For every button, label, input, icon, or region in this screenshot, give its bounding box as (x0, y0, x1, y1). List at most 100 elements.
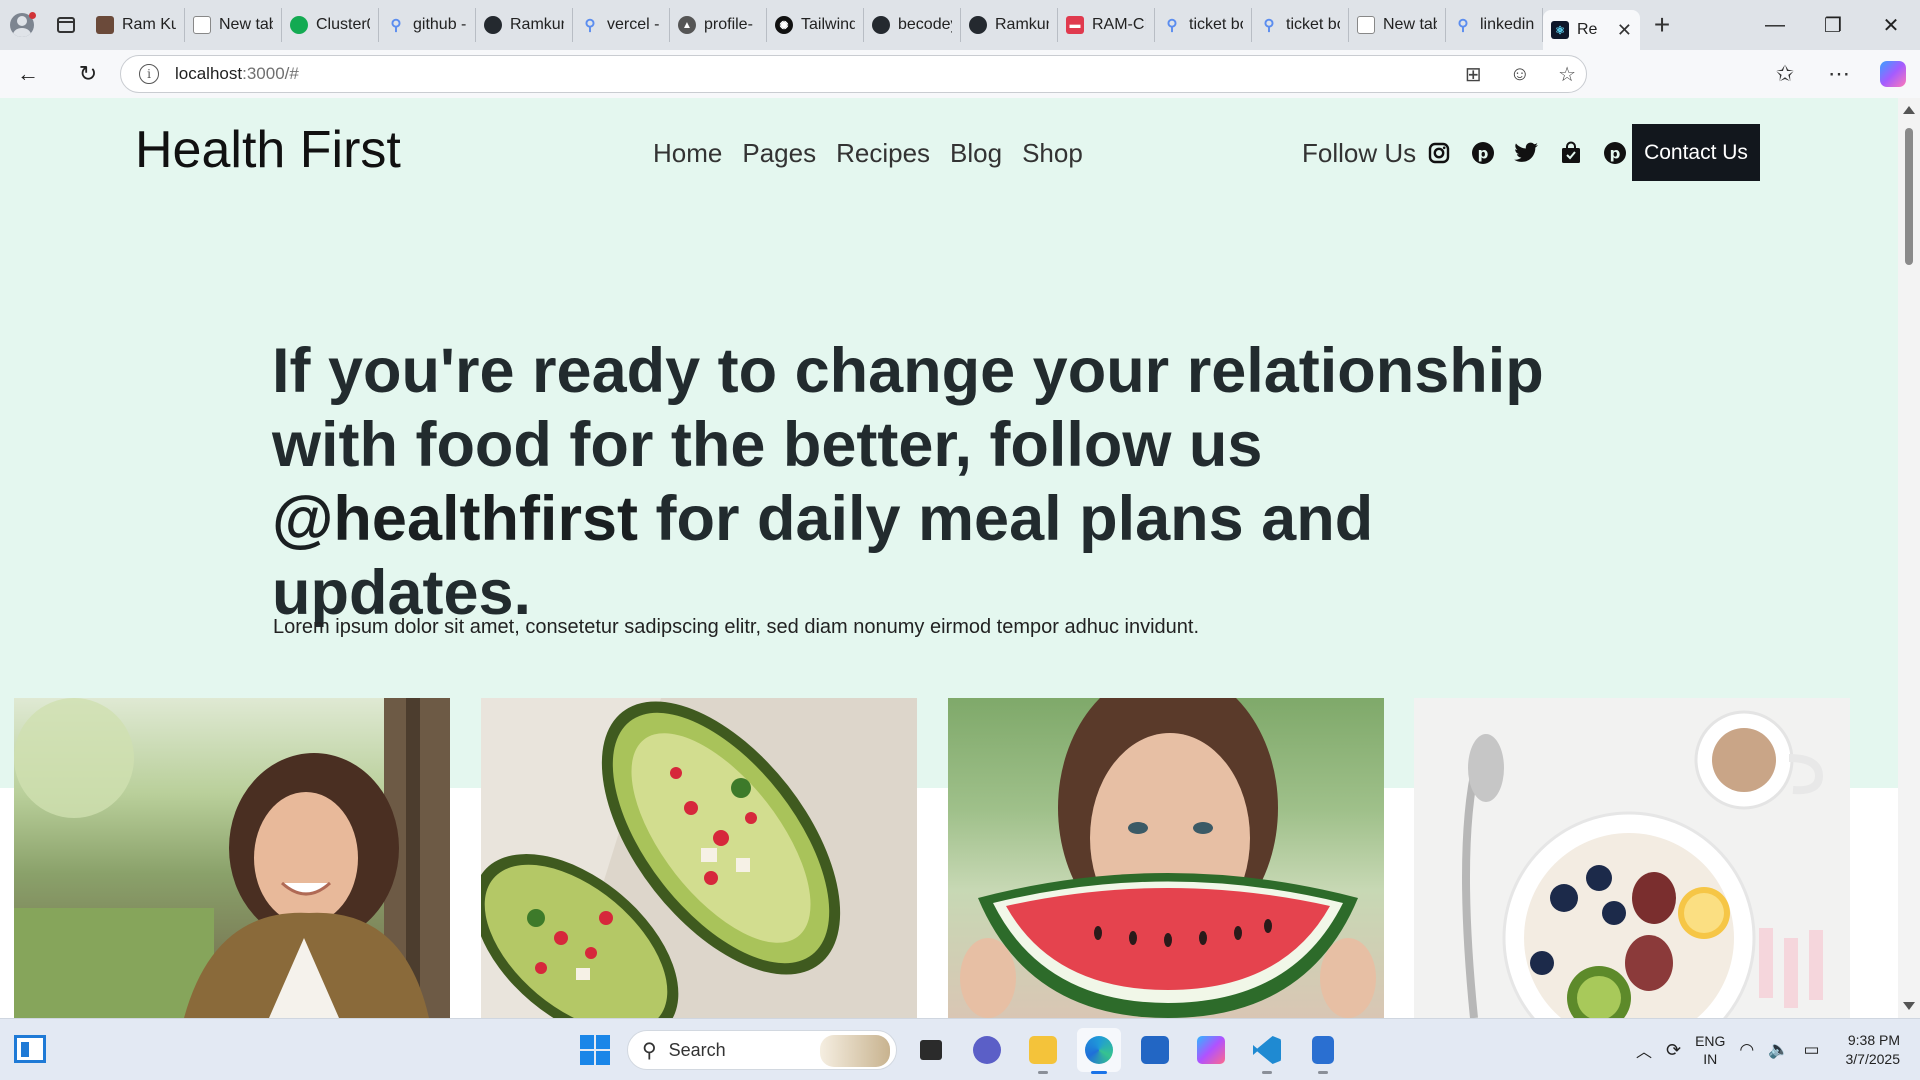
close-window-button[interactable]: ✕ (1862, 0, 1920, 50)
tab-actions-icon (57, 17, 75, 33)
hero-heading-pre: If you're ready to change your relations… (272, 336, 1544, 480)
browser-tab[interactable]: Ram Ku (88, 8, 185, 42)
hero-description: Lorem ipsum dolor sit amet, consetetur s… (273, 616, 1200, 638)
tab-title: vercel - (607, 16, 660, 33)
twitter-icon[interactable] (1514, 140, 1540, 166)
tab-title: github - (413, 16, 467, 33)
tab-title: Ram Ku (122, 16, 176, 33)
vscode-button[interactable] (1245, 1028, 1289, 1074)
more-menu-icon[interactable]: ⋯ (1812, 50, 1866, 98)
favorites-icon[interactable]: ✩ (1758, 50, 1812, 98)
region-code: IN (1703, 1051, 1718, 1067)
browser-tab[interactable]: Cluster0 (282, 8, 379, 42)
browser-tab[interactable]: Ramkun (961, 8, 1058, 42)
reading-icon[interactable]: ☺ (1510, 63, 1530, 86)
shopping-bag-icon[interactable] (1558, 140, 1584, 166)
tab-title: ticket bo (1286, 16, 1340, 33)
browser-tab[interactable]: ⚲ vercel - (573, 8, 670, 42)
favorite-star-icon[interactable]: ☆ (1558, 62, 1576, 87)
volume-icon[interactable]: 🔈 (1768, 1040, 1789, 1060)
search-icon: ⚲ (1457, 17, 1469, 34)
nav-shop[interactable]: Shop (1022, 138, 1083, 169)
clock[interactable]: 9:38 PM 3/7/2025 (1846, 1031, 1901, 1069)
wifi-icon[interactable]: ◠ (1739, 1040, 1754, 1060)
hero-heading: If you're ready to change your relations… (272, 334, 1632, 630)
new-tab-button[interactable]: + (1640, 5, 1684, 45)
search-icon: ⚲ (584, 17, 596, 34)
nav-pages[interactable]: Pages (742, 138, 816, 169)
photo-woman-smiling (14, 698, 450, 1018)
tab-title: New tab (1383, 16, 1437, 33)
taskbar-search[interactable]: ⚲ Search (627, 1030, 897, 1070)
pinterest-icon[interactable]: p (1470, 140, 1496, 166)
browser-tab[interactable]: ⚲ ticket bo (1155, 8, 1252, 42)
browser-tab[interactable]: New tab (185, 8, 282, 42)
vscode-icon (1253, 1036, 1281, 1064)
tab-actions-button[interactable] (44, 0, 88, 50)
person-photo-icon (96, 16, 114, 34)
notepad-icon (1312, 1036, 1334, 1064)
photo-stuffed-avocado (481, 698, 917, 1018)
language-indicator[interactable]: ENG IN (1695, 1032, 1725, 1068)
taskbar: ⚲ Search ︿ ⟳ ENG IN ◠ 🔈 ▭ 9:38 PM 3/7/20… (0, 1018, 1920, 1080)
svg-text:p: p (1610, 145, 1621, 163)
edge-browser-button[interactable] (1077, 1028, 1121, 1074)
chevron-up-icon[interactable]: ︿ (1636, 1038, 1652, 1062)
instagram-icon[interactable] (1426, 140, 1452, 166)
close-tab-icon[interactable]: ✕ (1617, 20, 1632, 41)
restore-button[interactable]: ❐ (1804, 0, 1862, 50)
browser-tab[interactable]: ▲ profile- (670, 8, 767, 42)
site-logo[interactable]: Health First (135, 120, 401, 180)
store-button[interactable] (1133, 1028, 1177, 1072)
refresh-button[interactable]: ↻ (66, 52, 110, 96)
widgets-button[interactable] (14, 1035, 46, 1065)
browser-tab[interactable]: ▬ RAM-CI (1058, 8, 1155, 42)
sync-icon[interactable]: ⟳ (1666, 1040, 1681, 1061)
chat-icon (973, 1036, 1001, 1064)
task-view-button[interactable] (909, 1028, 953, 1072)
start-button[interactable] (575, 1030, 615, 1070)
browser-tab-active[interactable]: ⚛ Re ✕ (1543, 10, 1640, 50)
photo-fruit-bowl-coffee (1414, 698, 1850, 1018)
tab-title: Tailwind (801, 16, 855, 33)
browser-tab[interactable]: becodey (864, 8, 961, 42)
minimize-button[interactable]: — (1746, 0, 1804, 50)
browser-tab[interactable]: ✺ Tailwind (767, 8, 864, 42)
battery-icon[interactable]: ▭ (1803, 1040, 1819, 1060)
tab-title: becodey (898, 16, 952, 33)
tab-title: ticket bo (1189, 16, 1243, 33)
file-explorer-button[interactable] (1021, 1028, 1065, 1074)
browser-tab[interactable]: New tab (1349, 8, 1446, 42)
pinterest-icon[interactable]: p (1602, 140, 1628, 166)
back-button[interactable]: ← (6, 52, 50, 96)
notepad-button[interactable] (1301, 1028, 1345, 1074)
contact-us-button[interactable]: Contact Us (1632, 124, 1760, 181)
nav-recipes[interactable]: Recipes (836, 138, 930, 169)
copilot-icon[interactable] (1880, 61, 1906, 87)
photo-woman-watermelon (948, 698, 1384, 1018)
profile-button[interactable] (0, 0, 44, 50)
browser-tab[interactable]: ⚲ github - (379, 8, 476, 42)
clock-date: 3/7/2025 (1845, 1051, 1901, 1067)
nav-blog[interactable]: Blog (950, 138, 1002, 169)
tab-title: Ramkun (510, 16, 564, 33)
react-icon: ⚛ (1551, 21, 1569, 39)
url-field[interactable]: i localhost:3000/# ⊞ ☺ ☆ (120, 55, 1587, 93)
hero-handle-link[interactable]: @healthfirst (272, 484, 638, 554)
scroll-up-arrow-icon[interactable] (1903, 106, 1915, 114)
browser-tab[interactable]: ⚲ ticket bo (1252, 8, 1349, 42)
nav-home[interactable]: Home (653, 138, 722, 169)
scrollbar-thumb[interactable] (1905, 128, 1913, 265)
search-icon: ⚲ (1166, 17, 1178, 34)
teams-chat-button[interactable] (965, 1028, 1009, 1072)
site-info-icon[interactable]: i (139, 64, 159, 84)
vercel-triangle-icon: ▲ (678, 16, 696, 34)
edge-icon (1085, 1036, 1113, 1064)
page-scrollbar[interactable] (1898, 98, 1920, 1018)
browser-tab[interactable]: ⚲ linkedin (1446, 8, 1543, 42)
scroll-down-arrow-icon[interactable] (1903, 1002, 1915, 1010)
browser-tab[interactable]: Ramkun (476, 8, 573, 42)
m365-button[interactable] (1189, 1028, 1233, 1072)
app-available-icon[interactable]: ⊞ (1465, 62, 1482, 87)
site-header: Health First Home Pages Recipes Blog Sho… (0, 98, 1898, 208)
